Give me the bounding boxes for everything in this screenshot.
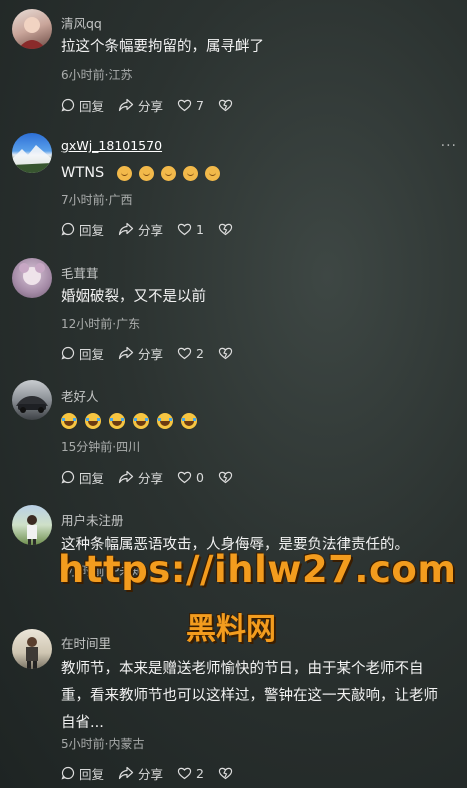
like-button[interactable]: 2 [177, 766, 204, 781]
like-icon [177, 471, 192, 484]
laughing-emoji-icon [61, 413, 77, 429]
like-button[interactable]: 7 [177, 98, 204, 113]
share-icon [118, 470, 134, 484]
dislike-icon [218, 223, 233, 236]
like-count: 2 [196, 765, 204, 781]
laughing-emoji-icon [133, 413, 149, 429]
avatar[interactable] [12, 380, 52, 420]
like-icon [177, 223, 192, 236]
like-button[interactable]: 1 [177, 222, 204, 237]
reply-icon [61, 766, 75, 780]
like-count: 7 [196, 97, 204, 113]
share-icon [118, 346, 134, 360]
reply-icon [61, 98, 75, 112]
dislike-icon [218, 767, 233, 780]
username[interactable]: 在时间里 [61, 633, 111, 652]
share-icon [118, 98, 134, 112]
reply-button[interactable]: 回复 [61, 96, 104, 115]
like-icon [177, 347, 192, 360]
dislike-button[interactable] [218, 470, 237, 484]
avatar[interactable] [12, 9, 52, 49]
laughing-emoji-icon [157, 413, 173, 429]
emoji-icon [116, 165, 132, 181]
comment-text: 拉这个条幅要拘留的，属寻衅了 [61, 39, 264, 55]
comment-meta: 6小时前·江苏 [61, 68, 133, 82]
avatar[interactable] [12, 133, 52, 173]
like-button[interactable]: 0 [177, 470, 204, 485]
like-count: 0 [196, 469, 204, 485]
comment-meta: 7小时前·广西 [61, 193, 133, 207]
comment-meta: 12小时前·广东 [61, 317, 141, 331]
emoji-icon [160, 165, 176, 181]
comment-meta: 5小时前·内蒙古 [61, 737, 145, 751]
comment-actions: 回复 分享 0 [61, 467, 251, 487]
reply-button[interactable]: 回复 [61, 344, 104, 363]
reply-icon [61, 222, 75, 236]
comment-actions: 回复 分享 2 [61, 343, 251, 363]
avatar[interactable] [12, 629, 52, 669]
reply-button[interactable]: 回复 [61, 764, 104, 783]
avatar[interactable] [12, 258, 52, 298]
avatar[interactable] [12, 505, 52, 545]
username[interactable]: gxWj_18101570 [61, 138, 162, 153]
like-icon [177, 99, 192, 112]
share-icon [118, 766, 134, 780]
username[interactable]: 用户未注册 [61, 510, 124, 529]
reply-icon [61, 346, 75, 360]
dislike-button[interactable] [218, 98, 237, 112]
watermark-url: https://ihlw27.com [58, 548, 457, 591]
share-button[interactable]: 分享 [118, 96, 163, 115]
share-icon [118, 222, 134, 236]
watermark-name: 黑料网 [186, 612, 276, 647]
emoji-icon [182, 165, 198, 181]
dislike-icon [218, 99, 233, 112]
username[interactable]: 清风qq [61, 13, 102, 32]
comment-text [61, 408, 453, 435]
laughing-emoji-icon [85, 413, 101, 429]
like-count: 2 [196, 345, 204, 361]
more-icon[interactable]: ··· [441, 138, 457, 154]
dislike-button[interactable] [218, 222, 237, 236]
laughing-emoji-icon [181, 413, 197, 429]
like-count: 1 [196, 221, 204, 237]
share-button[interactable]: 分享 [118, 220, 163, 239]
username[interactable]: 毛茸茸 [61, 263, 99, 282]
reply-button[interactable]: 回复 [61, 468, 104, 487]
comment-actions: 回复 分享 7 [61, 95, 251, 115]
emoji-icon [204, 165, 220, 181]
share-button[interactable]: 分享 [118, 764, 163, 783]
comment-actions: 回复 分享 1 [61, 219, 251, 239]
comment-text: 婚姻破裂，又不是以前 [61, 289, 206, 305]
comment-text: 教师节，本来是赠送老师愉快的节日，由于某个老师不自 重，看来教师节也可以这样过，… [61, 661, 438, 731]
reply-icon [61, 470, 75, 484]
like-icon [177, 767, 192, 780]
share-button[interactable]: 分享 [118, 344, 163, 363]
username[interactable]: 老好人 [61, 386, 99, 405]
comment-meta: 15分钟前·四川 [61, 440, 141, 454]
comment-actions: 回复 分享 2 [61, 763, 251, 783]
comment-text: WTNS [61, 160, 453, 187]
dislike-button[interactable] [218, 766, 237, 780]
dislike-button[interactable] [218, 346, 237, 360]
like-button[interactable]: 2 [177, 346, 204, 361]
reply-button[interactable]: 回复 [61, 220, 104, 239]
share-button[interactable]: 分享 [118, 468, 163, 487]
laughing-emoji-icon [109, 413, 125, 429]
dislike-icon [218, 347, 233, 360]
emoji-icon [138, 165, 154, 181]
dislike-icon [218, 471, 233, 484]
